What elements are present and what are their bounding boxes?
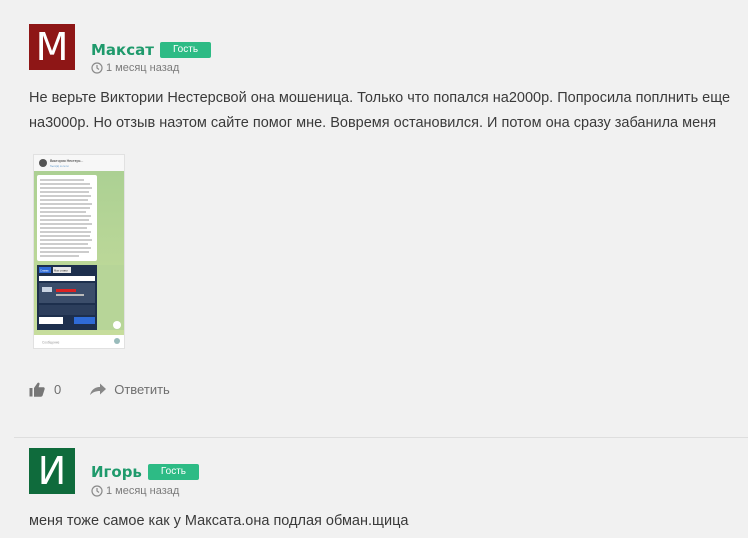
time-text: 1 месяц назад: [106, 485, 180, 497]
comment-text-line: на3000р. Но отзыв наэтом сайте помог мне…: [29, 115, 717, 131]
comment-time: 1 месяц назад: [91, 485, 179, 497]
chat-input-placeholder: Сообщение: [42, 341, 60, 345]
reply-arrow-icon[interactable]: [89, 383, 107, 397]
author-name[interactable]: Игорь: [91, 463, 142, 481]
like-count: 0: [54, 382, 62, 397]
bet-tab-active: Ставка: [40, 269, 49, 273]
guest-badge: Гость: [147, 464, 200, 480]
clock-icon: [91, 485, 103, 497]
author-row: Игорь Гость: [91, 463, 200, 481]
comment-text-line: меня тоже самое как у Максата.она подлая…: [29, 513, 409, 529]
author-name[interactable]: Максат: [91, 41, 154, 59]
thumbs-up-icon[interactable]: [29, 382, 45, 397]
author-row: Максат Гость: [91, 41, 212, 59]
comment-text: Не верьте Виктории Нестерсвой она мошени…: [29, 86, 730, 136]
avatar[interactable]: И: [29, 448, 75, 494]
chat-header-status: был(а) в сети: [50, 164, 69, 168]
bet-tab-other: Мои ставки: [54, 269, 68, 273]
time-text: 1 месяц назад: [106, 62, 180, 74]
avatar[interactable]: M: [29, 24, 75, 70]
guest-badge: Гость: [159, 42, 212, 58]
comment-time: 1 месяц назад: [91, 62, 179, 74]
comment-actions: 0 Ответить: [29, 382, 170, 397]
comment-text-line: Не верьте Виктории Нестерсвой она мошени…: [29, 90, 731, 106]
comment-text: меня тоже самое как у Максата.она подлая…: [29, 509, 408, 534]
chat-header-name: Виктория Нестерс...: [50, 159, 83, 163]
reply-button[interactable]: Ответить: [114, 382, 170, 397]
avatar-letter: И: [37, 449, 67, 493]
clock-icon: [91, 62, 103, 74]
avatar-letter: M: [35, 25, 69, 69]
comment-divider: [14, 437, 748, 438]
attachment-thumbnail[interactable]: Виктория Нестерс... был(а) в сети Ставка…: [33, 154, 125, 349]
chat-screenshot-image: Виктория Нестерс... был(а) в сети Ставка…: [34, 155, 124, 348]
